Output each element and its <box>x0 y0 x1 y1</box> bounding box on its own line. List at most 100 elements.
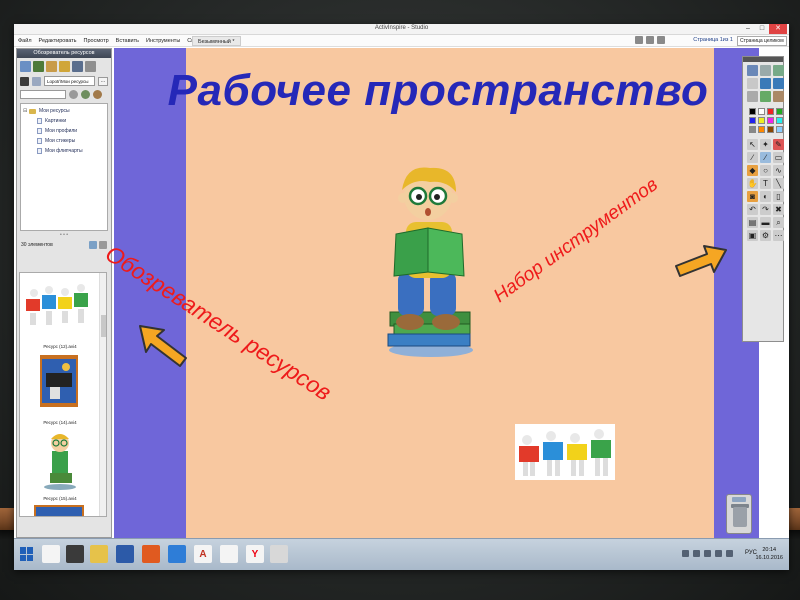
flag-icon[interactable] <box>726 550 733 557</box>
resource-library-icon[interactable] <box>20 61 31 72</box>
fullscreen-icon[interactable] <box>646 36 654 44</box>
tree-item-flipcharts[interactable]: Мои флипчарты <box>23 146 105 156</box>
color-white[interactable] <box>758 108 765 115</box>
pointer-icon[interactable]: ↖ <box>747 139 758 150</box>
menu-view[interactable]: Просмотр <box>84 38 109 44</box>
next-page-icon[interactable] <box>773 78 784 89</box>
color-black[interactable] <box>749 108 756 115</box>
color-red[interactable] <box>767 108 774 115</box>
thumbnail-film-2[interactable] <box>20 503 100 516</box>
zoom-select[interactable]: Страница целиком <box>737 36 787 46</box>
shared-resources-icon[interactable] <box>33 61 44 72</box>
spotlight-icon[interactable]: ◐ <box>760 191 771 202</box>
taskbar-app-icon[interactable] <box>42 545 60 563</box>
tree-item-pictures[interactable]: Картинки <box>23 116 105 126</box>
tree-item-my-resources[interactable]: ⊟ Мои ресурсы <box>23 106 105 116</box>
main-menu-icon[interactable] <box>747 65 758 76</box>
search-icon[interactable] <box>69 90 78 99</box>
scrollbar-thumb[interactable] <box>101 315 106 337</box>
search-input[interactable] <box>20 90 66 99</box>
tree-item-profiles[interactable]: Мои профили <box>23 126 105 136</box>
desk-icon[interactable] <box>32 76 41 86</box>
menu-edit[interactable]: Редактировать <box>39 38 77 44</box>
taskbar-studio-icon[interactable] <box>270 545 288 563</box>
minimize-button[interactable]: – <box>741 24 755 34</box>
filter-icon[interactable] <box>81 90 90 99</box>
thumbnail-reader[interactable]: Ресурс (15).avi4 <box>20 427 100 501</box>
volume-icon[interactable] <box>715 550 722 557</box>
highlighter-icon[interactable]: ∕ <box>747 152 758 163</box>
browse-button[interactable]: ... <box>98 76 108 86</box>
document-tab[interactable]: Безымянный * <box>192 36 241 46</box>
trash-panel[interactable] <box>726 494 752 534</box>
dual-user-icon[interactable] <box>635 36 643 44</box>
taskbar-activinspire-icon[interactable] <box>66 545 84 563</box>
taskbar-app-icon[interactable] <box>220 545 238 563</box>
taskbar-yandex-icon[interactable]: Y <box>246 545 264 563</box>
user-icon[interactable] <box>20 76 29 86</box>
view-icon[interactable] <box>72 61 83 72</box>
magic-wand-icon[interactable]: ✦ <box>760 139 771 150</box>
color-magenta[interactable] <box>767 117 774 124</box>
folder-icon[interactable] <box>59 61 70 72</box>
battery-icon[interactable] <box>704 550 711 557</box>
list-view-icon[interactable] <box>99 241 107 249</box>
taskbar-explorer-icon[interactable] <box>90 545 108 563</box>
taskbar-app-icon[interactable] <box>168 545 186 563</box>
my-resources-icon[interactable] <box>46 61 57 72</box>
color-cyan[interactable] <box>776 117 783 124</box>
lock-icon[interactable]: ▣ <box>747 230 758 241</box>
shape-icon[interactable]: ○ <box>760 165 771 176</box>
reset-icon[interactable] <box>747 91 758 102</box>
maximize-button[interactable]: □ <box>755 24 769 34</box>
menu-tools[interactable]: Инструменты <box>146 38 180 44</box>
refresh-icon[interactable] <box>93 90 102 99</box>
color-blue[interactable] <box>749 117 756 124</box>
taskbar-pdf-icon[interactable]: A <box>194 545 212 563</box>
menu-file[interactable]: Файл <box>18 38 32 44</box>
hand-icon[interactable]: ✋ <box>747 178 758 189</box>
windows-start-icon[interactable] <box>20 547 34 561</box>
clear-icon[interactable]: ✖ <box>773 204 784 215</box>
undo-icon[interactable]: ↶ <box>747 204 758 215</box>
camera-icon[interactable]: ◙ <box>747 191 758 202</box>
thumbnail-puzzle[interactable]: Ресурс (12).avi4 <box>20 275 100 349</box>
thumbnail-view-icon[interactable] <box>89 241 97 249</box>
path-field[interactable]: Lopotr\Мои ресурсы <box>44 76 95 86</box>
taskbar-app-icon[interactable] <box>142 545 160 563</box>
text-tool-icon[interactable]: T <box>760 178 771 189</box>
color-orange[interactable] <box>758 126 765 133</box>
options-icon[interactable] <box>85 61 96 72</box>
clock[interactable]: 20:14 16.10.2016 <box>755 546 783 562</box>
color-light-blue[interactable] <box>776 126 783 133</box>
clock-icon[interactable] <box>773 91 784 102</box>
connector-icon[interactable]: ∿ <box>773 165 784 176</box>
browser-toggle-icon[interactable] <box>760 65 771 76</box>
page-icon[interactable] <box>773 65 784 76</box>
redo-icon[interactable]: ↷ <box>760 204 771 215</box>
prev-page-icon[interactable] <box>760 78 771 89</box>
ruler-icon[interactable]: ▬ <box>760 217 771 228</box>
close-button[interactable]: ✕ <box>769 24 787 34</box>
marker-icon[interactable]: ∕ <box>760 152 771 163</box>
collapse-icon[interactable]: ⊟ <box>23 108 28 114</box>
network-icon[interactable] <box>693 550 700 557</box>
color-brown[interactable] <box>767 126 774 133</box>
desktop-icon[interactable] <box>657 36 665 44</box>
grid-icon[interactable] <box>747 78 758 89</box>
more-tools-icon[interactable]: ⋯ <box>773 230 784 241</box>
thumbnails-scrollbar[interactable] <box>99 273 106 516</box>
fill-icon[interactable]: ◆ <box>747 165 758 176</box>
zoom-icon[interactable]: ⌕ <box>773 217 784 228</box>
tree-item-stickers[interactable]: Мои стикеры <box>23 136 105 146</box>
color-yellow[interactable] <box>758 117 765 124</box>
color-green[interactable] <box>776 108 783 115</box>
keyboard-icon[interactable]: ▤ <box>747 217 758 228</box>
add-page-icon[interactable] <box>760 91 771 102</box>
eraser-icon[interactable]: ▭ <box>773 152 784 163</box>
keyboard-tray-icon[interactable] <box>682 550 689 557</box>
menu-insert[interactable]: Вставить <box>116 38 139 44</box>
settings-icon[interactable]: ⚙ <box>760 230 771 241</box>
color-gray[interactable] <box>749 126 756 133</box>
taskbar-media-icon[interactable] <box>116 545 134 563</box>
